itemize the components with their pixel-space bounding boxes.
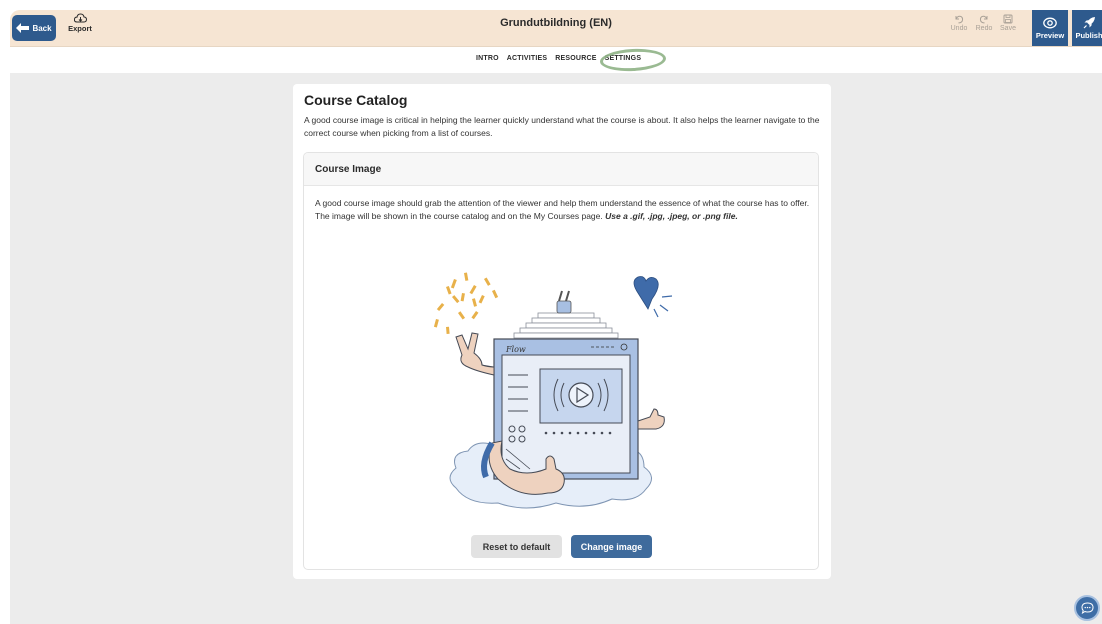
top-toolbar: Back Export Grundutbildning (EN) Undo Re… [10,10,1102,47]
floppy-disk-icon [1003,14,1013,24]
tabs-bar: INTRO ACTIVITIES RESOURCE SETTINGS [10,47,1102,73]
app-frame: Back Export Grundutbildning (EN) Undo Re… [10,10,1102,624]
preview-label: Preview [1035,30,1065,40]
undo-label: Undo [950,25,968,32]
eye-icon [1043,17,1057,28]
save-label: Save [1000,25,1016,32]
chat-button[interactable] [1074,595,1100,621]
reset-to-default-button[interactable]: Reset to default [471,535,562,558]
svg-text:Flow: Flow [505,345,526,354]
settings-highlight-circle [599,47,667,73]
undo-icon [955,15,964,24]
tab-resource[interactable]: RESOURCE [555,55,596,62]
file-type-hint: Use a .gif, .jpg, .jpeg, or .png file. [605,210,738,221]
preview-button[interactable]: Preview [1032,10,1068,46]
panel-title: Course Image [304,153,818,186]
panel-description: A good course image should grab the atte… [315,197,811,222]
save-button[interactable]: Save [996,14,1020,42]
chat-bubble-icon [1080,602,1094,614]
publish-button[interactable]: Publish [1072,10,1102,46]
publish-label: Publish [1075,31,1102,40]
rocket-icon [1083,17,1095,29]
tab-intro[interactable]: INTRO [476,55,499,62]
tab-activities[interactable]: ACTIVITIES [507,55,548,62]
course-image-panel: Course Image A good course image should … [303,152,819,570]
course-title: Grundutbildning (EN) [500,17,612,29]
change-image-button[interactable]: Change image [571,535,652,558]
redo-button[interactable]: Redo [972,14,996,42]
undo-button[interactable]: Undo [947,14,971,42]
card-title: Course Catalog [304,92,408,108]
course-image-illustration: Flow [433,272,673,509]
redo-label: Redo [975,25,993,32]
course-catalog-card: Course Catalog A good course image is cr… [293,84,831,579]
card-description: A good course image is critical in helpi… [304,115,820,138]
redo-icon [979,15,988,24]
